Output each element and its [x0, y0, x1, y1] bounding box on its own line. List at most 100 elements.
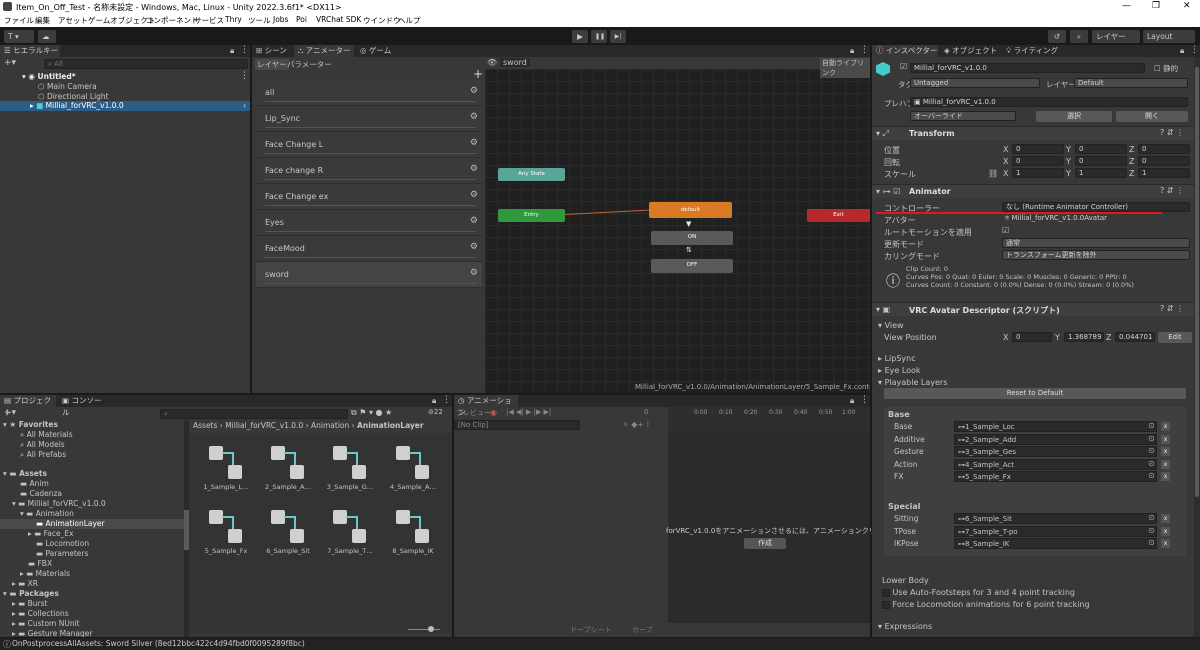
force-locomotion-checkbox[interactable]: Force Locomotion animations for 6 point … [882, 600, 1090, 609]
menu-services[interactable]: サービス [194, 15, 224, 26]
slot-controller-field[interactable]: ⊶5_Sample_Fx [954, 471, 1157, 482]
filter-icon[interactable]: ⧉ ⚑ ▾ ● ★ [351, 408, 392, 418]
zoom-slider[interactable] [408, 626, 440, 632]
root-motion-checkbox[interactable]: ☑ [1002, 226, 1009, 235]
menu-jobs[interactable]: Jobs [273, 15, 288, 24]
clear-button[interactable]: x [1161, 472, 1170, 481]
target-icon[interactable]: ⊙ [1148, 526, 1155, 535]
gear-icon[interactable]: ⚙ [470, 112, 478, 122]
help-icon[interactable]: ? ⇵ ⋮ [1160, 304, 1184, 313]
transform-header[interactable]: ▾ ⤢ Transform ? ⇵ ⋮ [872, 126, 1194, 140]
layout-dropdown[interactable]: Layout [1143, 30, 1195, 43]
status-message[interactable]: OnPostprocessAllAssets: Sword Silver (8e… [12, 639, 305, 648]
gear-icon[interactable]: ⚙ [470, 268, 478, 278]
breadcrumb-item[interactable]: AnimationLayer [357, 421, 424, 430]
playback-controls[interactable]: |◀ ◀| ▶ |▶ ▶| [506, 408, 551, 416]
reset-default-button[interactable]: Reset to Default [884, 388, 1186, 399]
view-z-field[interactable]: 0.044701 [1115, 332, 1155, 342]
layer-dropdown[interactable]: Default [1074, 78, 1188, 88]
playable-layer-slot[interactable]: Base ⊶1_Sample_Loc ⊙ x [894, 421, 1184, 432]
eyelook-foldout[interactable]: ▸ Eye Look [878, 366, 921, 375]
link-icon[interactable]: ⛓ [988, 169, 998, 178]
culling-mode-dropdown[interactable]: トランスフォーム更新を除外 [1002, 250, 1190, 260]
folder-item[interactable]: ▬ Parameters [36, 549, 88, 558]
cloud-icon[interactable]: ☁ [38, 30, 56, 43]
folder-item[interactable]: ▬ Anim [20, 479, 49, 488]
controller-asset[interactable]: 2_Sample_A… [258, 443, 318, 491]
on-state-node[interactable]: ON [651, 231, 733, 245]
more-icon[interactable]: ⋮ [1190, 45, 1199, 55]
slot-controller-field[interactable]: ⊶3_Sample_Ges [954, 446, 1157, 457]
folder-item[interactable]: ▬ AnimationLayer [36, 519, 105, 528]
create-clip-button[interactable]: 作成 [744, 538, 786, 549]
edit-button[interactable]: Edit [1158, 332, 1192, 343]
tab-curves[interactable]: カーブ [632, 625, 653, 635]
menu-window[interactable]: ウインドウ [363, 15, 401, 26]
package-item[interactable]: ▸ ▬ Burst [12, 599, 47, 608]
layer-item[interactable]: Face Change ex ⚙ [256, 184, 482, 210]
playable-layer-slot[interactable]: FX ⊶5_Sample_Fx ⊙ x [894, 471, 1184, 482]
any-state-node[interactable]: Any State [498, 168, 565, 181]
playable-foldout[interactable]: ▾ Playable Layers [878, 378, 947, 387]
avatar-field[interactable]: ⍟ Millial_forVRC_v1.0.0Avatar [1002, 214, 1190, 224]
clear-button[interactable]: x [1161, 422, 1170, 431]
pause-button[interactable]: ❚❚ [591, 30, 607, 43]
playable-layer-slot[interactable]: TPose ⊶7_Sample_T-po ⊙ x [894, 525, 1184, 537]
layers-dropdown[interactable]: レイヤー [1092, 30, 1140, 43]
scene-row[interactable]: ▾ ◉ Untitled* [22, 72, 76, 81]
clear-button[interactable]: x [1161, 539, 1170, 548]
tab-lighting[interactable]: 💡︎ ライティング [1002, 45, 1062, 57]
clear-button[interactable]: x [1161, 514, 1170, 523]
pos-y-field[interactable]: 0 [1075, 144, 1127, 154]
scene-more-icon[interactable]: ⋮ [240, 71, 249, 81]
lipsync-foldout[interactable]: ▸ LipSync [878, 354, 916, 363]
pos-x-field[interactable]: 0 [1012, 144, 1064, 154]
scale-z-field[interactable]: 1 [1138, 168, 1190, 178]
tab-animation[interactable]: ◷ アニメーション [454, 395, 518, 417]
breadcrumb-item[interactable]: Animation [311, 421, 349, 430]
add-icon[interactable]: +▾ [4, 58, 16, 68]
folder-item[interactable]: ▬ Cadenza [20, 489, 62, 498]
close-button[interactable]: ✕ [1183, 1, 1191, 11]
controller-asset[interactable]: 8_Sample_IK [383, 507, 443, 555]
expand-arrow-icon[interactable]: › [243, 101, 246, 110]
view-foldout[interactable]: ▾ View [878, 321, 904, 330]
slot-controller-field[interactable]: ⊶7_Sample_T-po [954, 525, 1157, 537]
object-name-field[interactable]: Millial_forVRC_v1.0.0 [910, 63, 1145, 73]
folder-item[interactable]: ▬ Locomotion [36, 539, 89, 548]
target-icon[interactable]: ⊙ [1148, 538, 1155, 547]
update-mode-dropdown[interactable]: 通常 [1002, 238, 1190, 248]
controller-asset[interactable]: 4_Sample_A… [383, 443, 443, 491]
tab-scene[interactable]: ⊞ シーン [252, 45, 294, 57]
folder-item[interactable]: ▸ ▬ Face_Ex [28, 529, 74, 538]
controller-asset[interactable]: 7_Sample_T… [320, 507, 380, 555]
view-x-field[interactable]: 0 [1012, 332, 1052, 342]
static-toggle[interactable]: ☐ 静的 [1154, 63, 1178, 74]
view-y-field[interactable]: 1.368789 [1064, 332, 1104, 342]
more-icon[interactable]: ⋮ [860, 395, 869, 405]
scale-y-field[interactable]: 1 [1075, 168, 1127, 178]
menu-assets[interactable]: アセット [58, 15, 88, 26]
package-item[interactable]: ▸ ▬ Collections [12, 609, 69, 618]
hierarchy-item[interactable]: ⬡ Main Camera [38, 82, 97, 91]
lock-icon[interactable]: 🔒︎ [432, 396, 436, 406]
more-icon[interactable]: ⋮ [240, 45, 249, 55]
open-button[interactable]: 開く [1116, 111, 1188, 122]
folder-item[interactable]: ▸ ▬ Materials [20, 569, 70, 578]
layer-item[interactable]: Face change R ⚙ [256, 158, 482, 184]
tab-layers[interactable]: レイヤー [255, 59, 289, 70]
breadcrumb-item[interactable]: Assets [193, 421, 217, 430]
breadcrumb-item[interactable]: Millial_forVRC_v1.0.0 [225, 421, 303, 430]
clear-button[interactable]: x [1161, 459, 1170, 469]
tab-animator[interactable]: ⛬ アニメーター [294, 45, 354, 57]
gear-icon[interactable]: ⚙ [470, 138, 478, 148]
help-icon[interactable]: ? ⇵ ⋮ [1160, 186, 1184, 195]
tab-console[interactable]: ▣ コンソール [58, 395, 108, 417]
hierarchy-item[interactable]: ▸ ■ Millial_forVRC_v1.0.0 [30, 101, 124, 110]
layer-item[interactable]: FaceMood ⚙ [256, 236, 482, 262]
scrollbar-thumb[interactable] [1195, 67, 1199, 497]
controller-asset[interactable]: 6_Sample_Sit [258, 507, 318, 555]
project-search-input[interactable]: ⌕ [160, 409, 348, 419]
layer-item[interactable]: Eyes ⚙ [256, 210, 482, 236]
playable-layer-slot[interactable]: Action ⊶4_Sample_Act ⊙ x [894, 458, 1184, 470]
